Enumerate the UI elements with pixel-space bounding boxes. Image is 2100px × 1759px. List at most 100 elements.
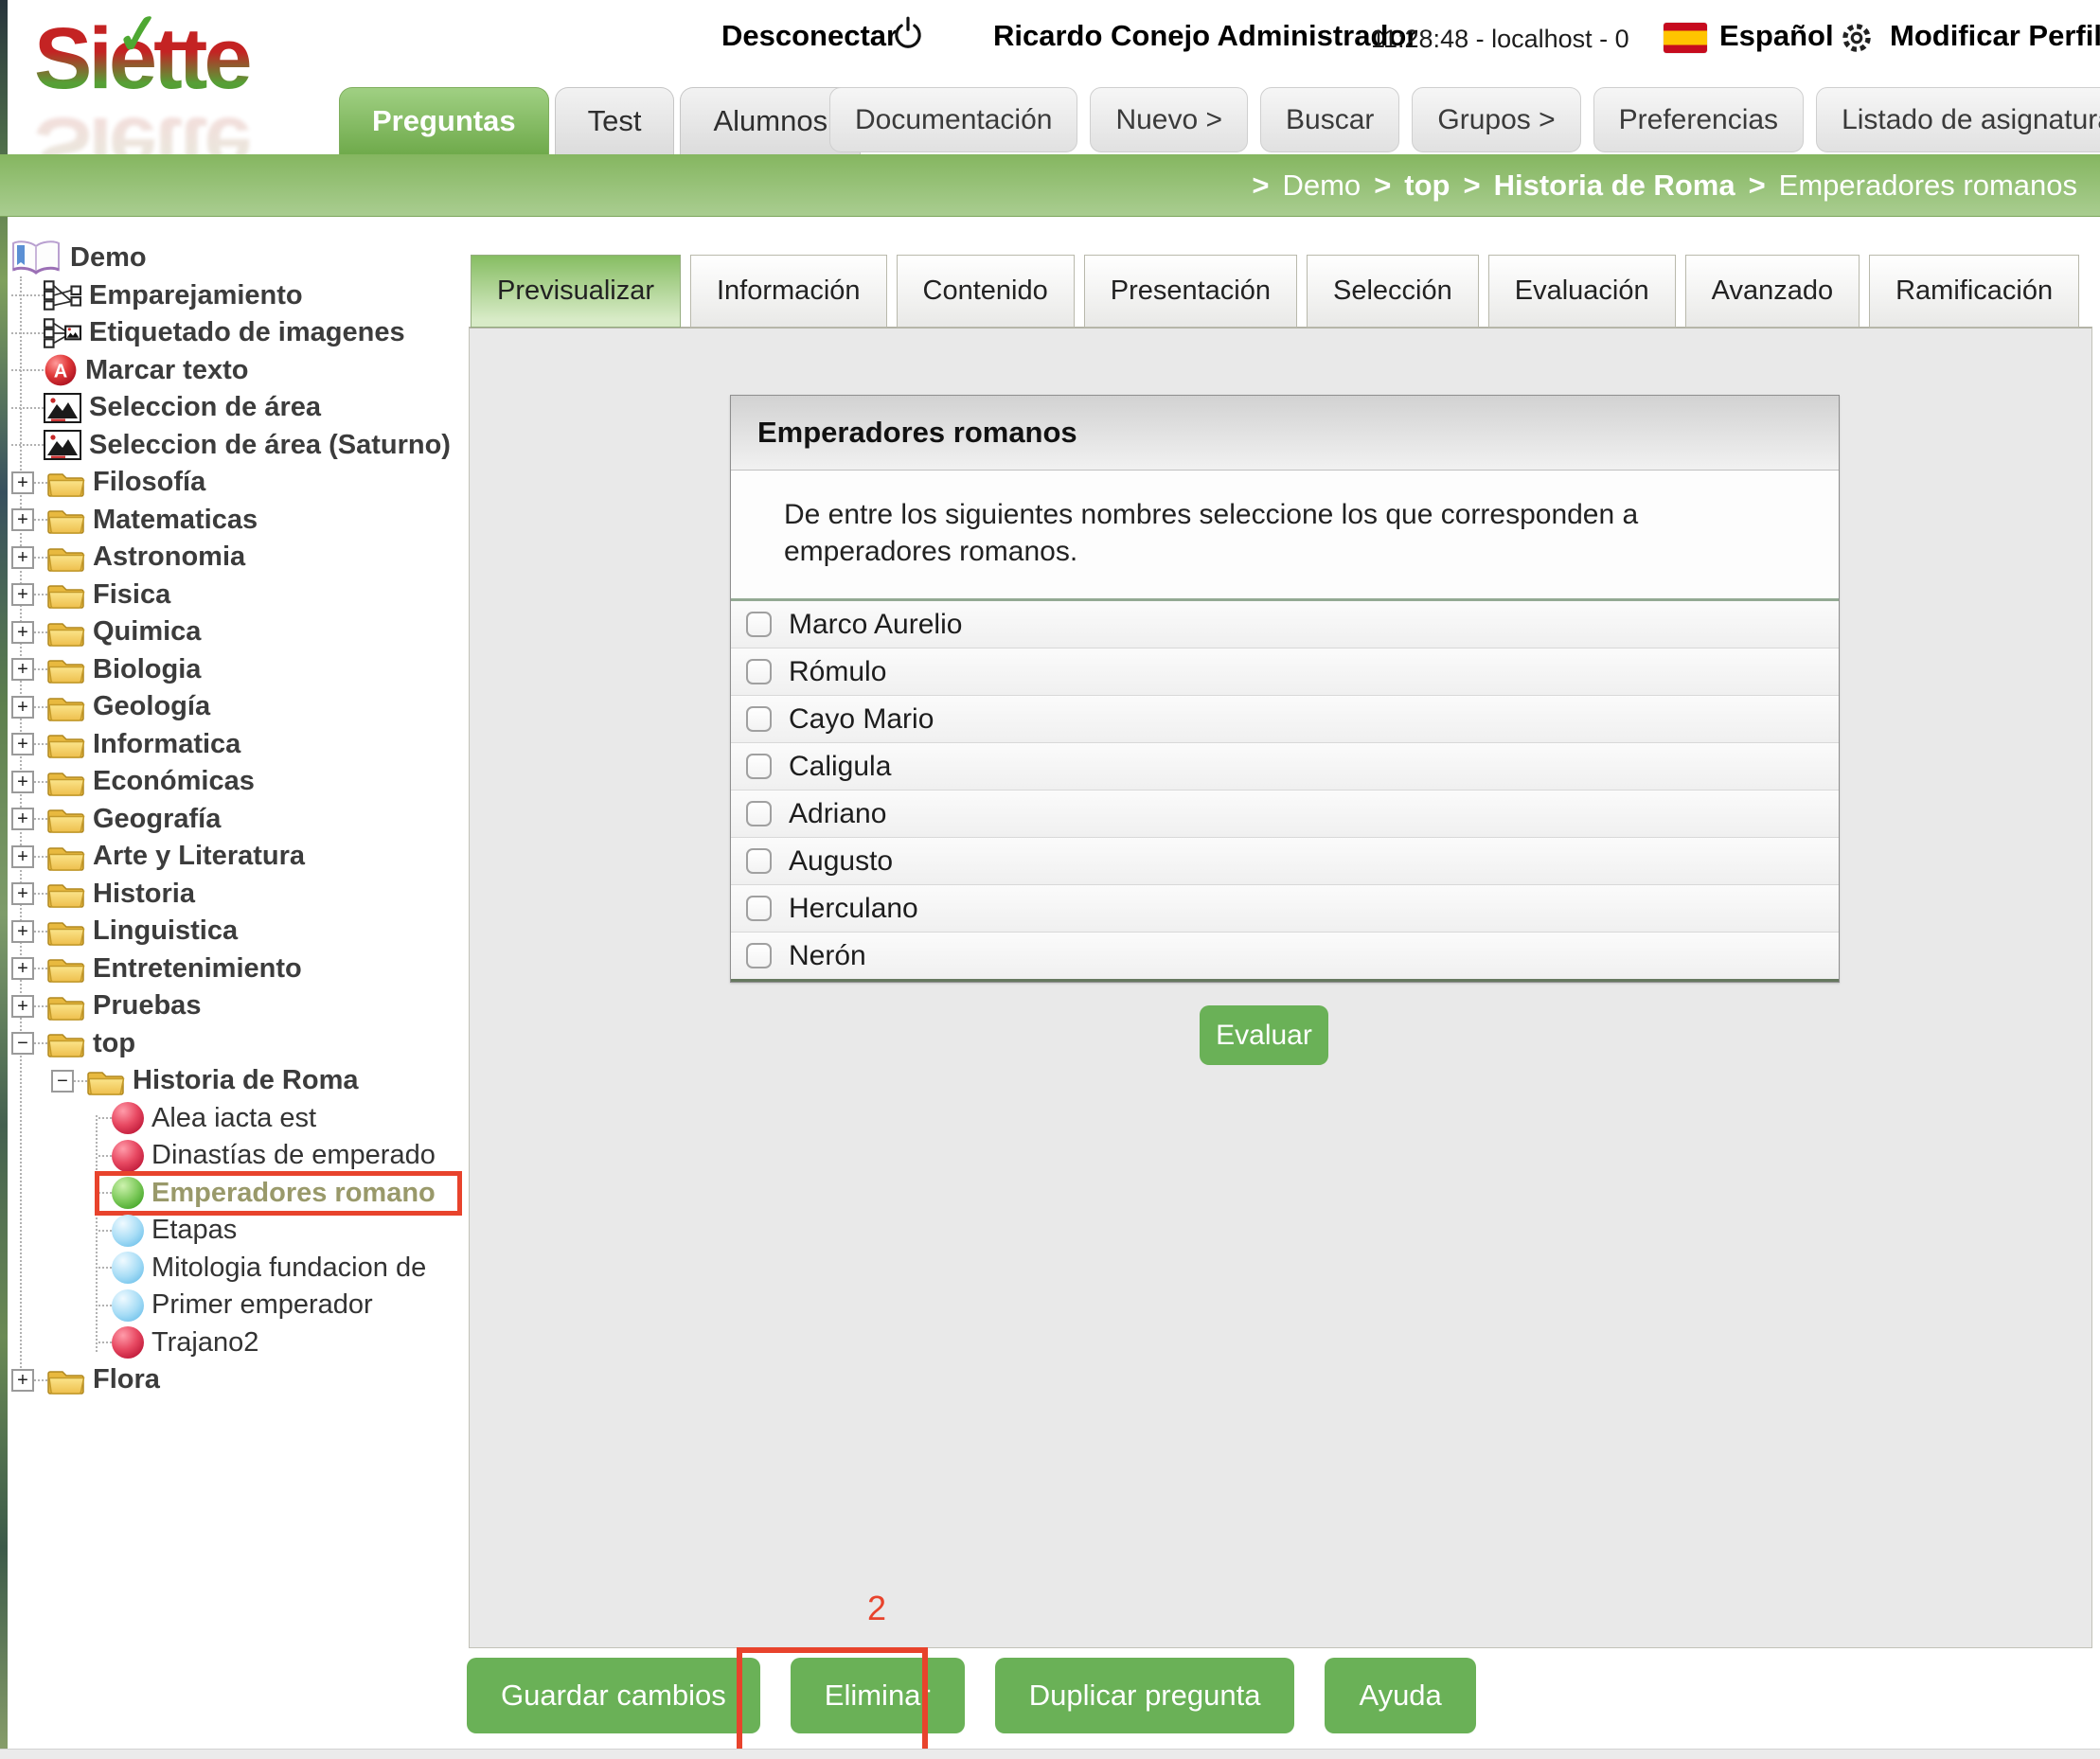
tree-item-informatica[interactable]: + Informatica (8, 726, 468, 764)
expand-icon[interactable]: + (11, 845, 34, 868)
tree-connector (34, 668, 47, 670)
checkbox-adriano[interactable] (746, 801, 772, 826)
tab-evaluaci-n[interactable]: Evaluación (1488, 255, 1676, 328)
tab-informaci-n[interactable]: Información (690, 255, 887, 328)
tree-connector (11, 407, 44, 409)
question-prompt: De entre los siguientes nombres seleccio… (731, 471, 1839, 601)
expand-icon[interactable]: + (11, 920, 34, 943)
tree-item-emperadores-romano[interactable]: Emperadores romano (8, 1175, 468, 1213)
tree-item-label: Flora (93, 1364, 160, 1395)
checkbox-caligula[interactable] (746, 754, 772, 779)
tree-item-marcar-texto[interactable]: AMarcar texto (8, 352, 468, 390)
tree-connector (98, 1117, 112, 1119)
modify-profile-link[interactable]: Modificar Perfil (1890, 19, 2100, 53)
tree-item-linguistica[interactable]: +Linguistica (8, 913, 468, 951)
menu-button-buscar[interactable]: Buscar (1260, 87, 1399, 152)
tree-item-emparejamiento[interactable]: Emparejamiento (8, 277, 468, 315)
tree-item-econ-micas[interactable]: +Económicas (8, 763, 468, 801)
expand-icon[interactable]: + (11, 808, 34, 830)
collapse-icon[interactable]: − (11, 1032, 34, 1055)
expand-icon[interactable]: + (11, 471, 34, 494)
tab-previsualizar[interactable]: Previsualizar (471, 255, 681, 328)
menu-button-grupos[interactable]: Grupos > (1412, 87, 1580, 152)
checkbox-ner-n[interactable] (746, 943, 772, 968)
collapse-icon[interactable]: − (51, 1070, 74, 1093)
tree-item-seleccion-de-rea[interactable]: Seleccion de área (8, 389, 468, 427)
evaluate-button[interactable]: Evaluar (1200, 1005, 1328, 1065)
tree-item-filosof-a[interactable]: +Filosofía (8, 464, 468, 502)
expand-icon[interactable]: + (11, 957, 34, 980)
breadcrumb-demo[interactable]: Demo (1282, 169, 1361, 203)
tree-item-trajano2[interactable]: Trajano2 (8, 1324, 468, 1362)
expand-icon[interactable]: + (11, 733, 34, 755)
expand-icon[interactable]: + (11, 658, 34, 681)
tree-item-pruebas[interactable]: +Pruebas (8, 987, 468, 1025)
tree-item-geograf-a[interactable]: +Geografía (8, 801, 468, 839)
guardar-cambios-button[interactable]: Guardar cambios (467, 1658, 760, 1733)
tree-item-primer-emperador[interactable]: Primer emperador (8, 1287, 468, 1324)
tab-ramificaci-n[interactable]: Ramificación (1869, 255, 2079, 328)
expand-icon[interactable]: + (11, 508, 34, 531)
expand-icon[interactable]: + (11, 882, 34, 905)
tree-item-entretenimiento[interactable]: +Entretenimiento (8, 951, 468, 988)
menu-button-documentaci-n[interactable]: Documentación (829, 87, 1077, 152)
expand-icon[interactable]: + (11, 583, 34, 606)
breadcrumb-emperadores-romanos[interactable]: Emperadores romanos (1779, 169, 2077, 203)
breadcrumb-historia-de-roma[interactable]: Historia de Roma (1494, 169, 1735, 203)
language-label[interactable]: Español (1719, 19, 1834, 53)
tree-item-demo[interactable]: Demo (8, 240, 468, 277)
folder-icon (47, 654, 85, 684)
tree-item-quimica[interactable]: +Quimica (8, 613, 468, 651)
tab-avanzado[interactable]: Avanzado (1685, 255, 1860, 328)
tree-item-label: Informatica (93, 729, 240, 760)
tree-item-alea-iacta-est[interactable]: Alea iacta est (8, 1100, 468, 1138)
tree-item-flora[interactable]: + Flora (8, 1361, 468, 1399)
disconnect-link[interactable]: Desconectar (721, 19, 898, 53)
tree-item-etapas[interactable]: Etapas (8, 1212, 468, 1250)
tree-item-historia-de-roma[interactable]: −Historia de Roma (8, 1062, 468, 1100)
breadcrumb-separator: > (1252, 169, 1269, 203)
tab-contenido[interactable]: Contenido (897, 255, 1075, 328)
tree-item-label: Seleccion de área (Saturno) (89, 430, 451, 461)
duplicar-pregunta-button[interactable]: Duplicar pregunta (995, 1658, 1295, 1733)
checkbox-cayo-mario[interactable] (746, 706, 772, 732)
tab-test[interactable]: Test (555, 87, 675, 154)
tree-item-top[interactable]: −top (8, 1025, 468, 1063)
tree-item-historia[interactable]: +Historia (8, 876, 468, 914)
blue-ball-icon (112, 1252, 144, 1284)
tree-item-geolog-a[interactable]: +Geología (8, 688, 468, 726)
gear-icon[interactable] (1838, 19, 1876, 57)
menu-button-listado-de-asignaturas[interactable]: Listado de asignaturas (1816, 87, 2100, 152)
expand-icon[interactable]: + (11, 546, 34, 569)
ayuda-button[interactable]: Ayuda (1325, 1658, 1475, 1733)
checkbox-r-mulo[interactable] (746, 659, 772, 684)
tree-item-arte-y-literatura[interactable]: +Arte y Literatura (8, 838, 468, 876)
breadcrumb-top[interactable]: top (1404, 169, 1450, 203)
tree-item-dinast-as-de-emperado[interactable]: Dinastías de emperado (8, 1137, 468, 1175)
tree-item-biologia[interactable]: +Biologia (8, 651, 468, 689)
tree-item-etiquetado-de-imagenes[interactable]: Etiquetado de imagenes (8, 314, 468, 352)
answer-row-r-mulo: Rómulo (731, 649, 1839, 696)
checkbox-herculano[interactable] (746, 896, 772, 921)
expand-icon[interactable]: + (11, 696, 34, 719)
power-icon[interactable] (890, 15, 926, 51)
expand-icon[interactable]: + (11, 621, 34, 644)
tree-connector (34, 1005, 47, 1007)
expand-icon[interactable]: + (11, 771, 34, 793)
tree-item-matematicas[interactable]: +Matematicas (8, 502, 468, 540)
menu-button-nuevo[interactable]: Nuevo > (1090, 87, 1248, 152)
tree-item-fisica[interactable]: +Fisica (8, 577, 468, 614)
checkbox-augusto[interactable] (746, 848, 772, 874)
breadcrumb-bar: >Demo>top>Historia de Roma>Emperadores r… (0, 154, 2100, 217)
menu-button-preferencias[interactable]: Preferencias (1593, 87, 1804, 152)
tree-item-mitologia-fundacion-de[interactable]: Mitologia fundacion de (8, 1250, 468, 1288)
tab-presentaci-n[interactable]: Presentación (1084, 255, 1297, 328)
tree-item-seleccion-de-rea-saturno[interactable]: Seleccion de área (Saturno) (8, 427, 468, 465)
breadcrumb-separator: > (1374, 169, 1391, 203)
tree-item-astronomia[interactable]: +Astronomia (8, 539, 468, 577)
expand-icon[interactable]: + (11, 995, 34, 1018)
expand-icon[interactable]: + (11, 1369, 34, 1392)
tab-preguntas[interactable]: Preguntas (339, 87, 549, 154)
tab-selecci-n[interactable]: Selección (1307, 255, 1479, 328)
checkbox-marco-aurelio[interactable] (746, 612, 772, 637)
